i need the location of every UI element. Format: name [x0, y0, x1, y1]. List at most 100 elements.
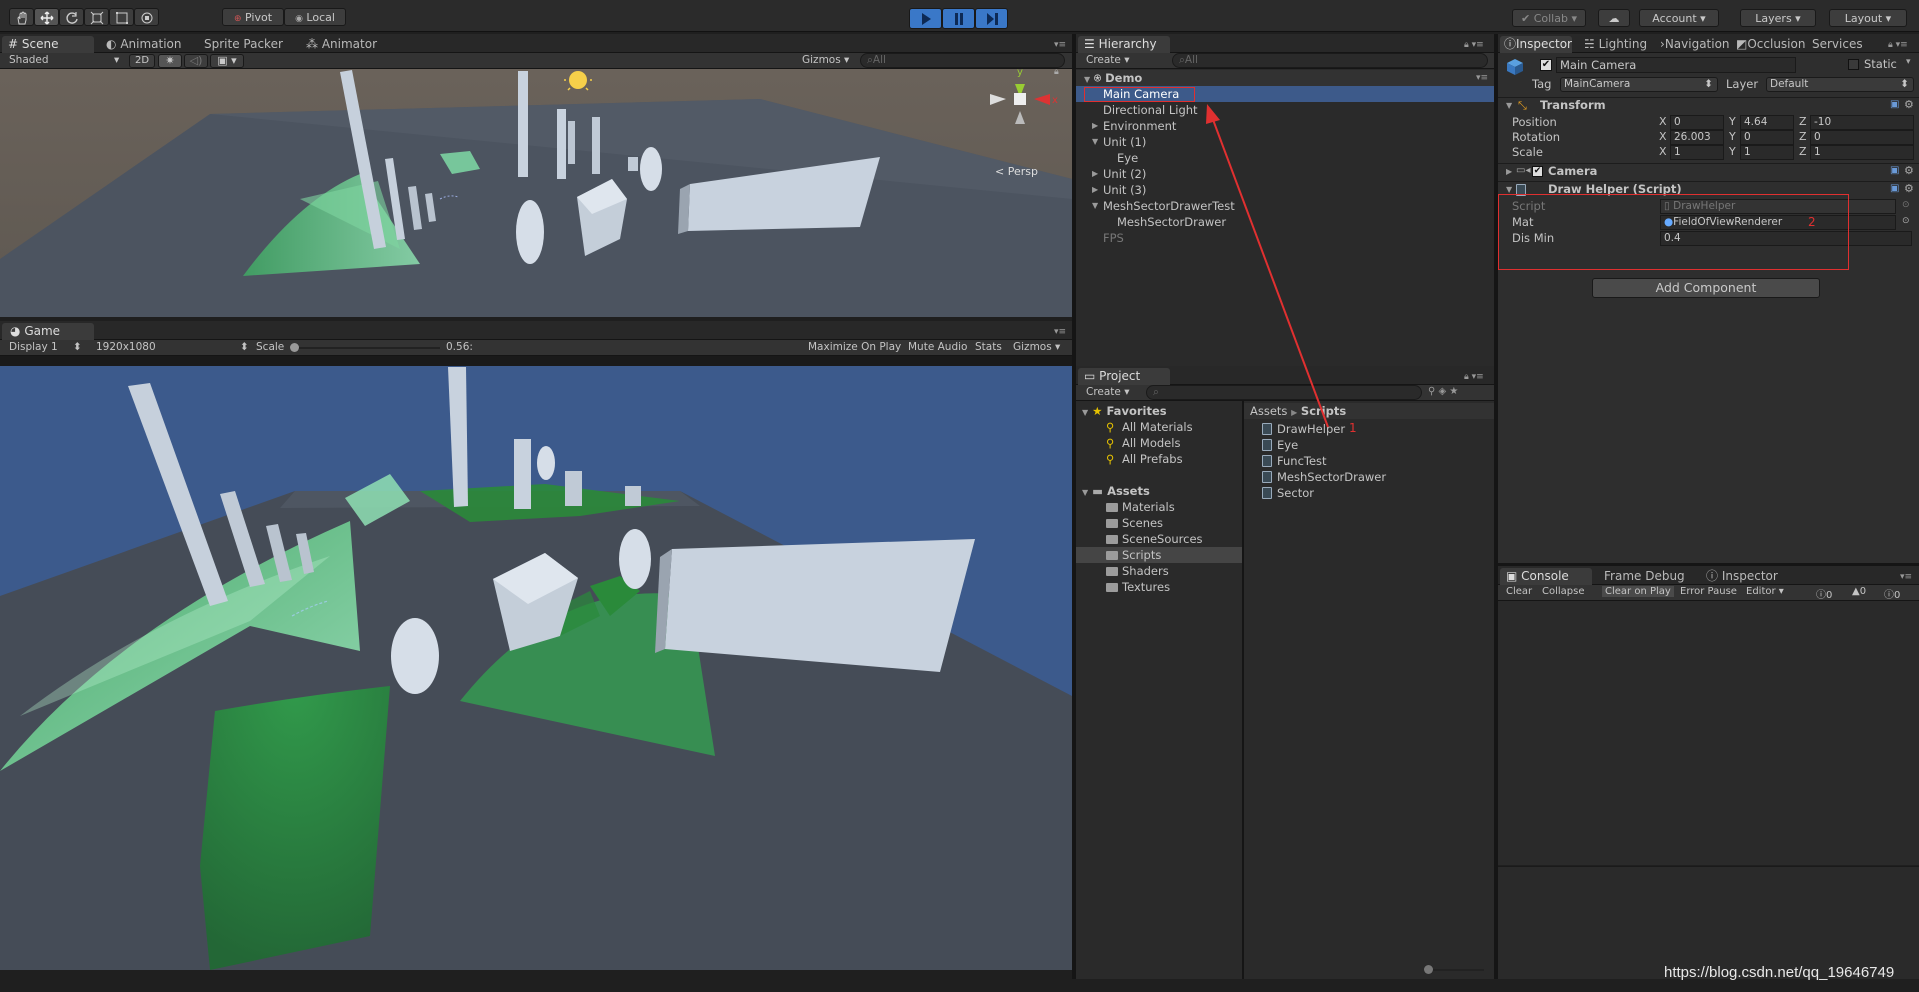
tab-lighting[interactable]: ☵ Lighting [1584, 36, 1647, 52]
position-y-field[interactable]: 4.64 [1740, 115, 1794, 130]
console-button-clear-on-play[interactable]: Clear on Play [1602, 586, 1674, 597]
hierarchy-item[interactable]: Directional Light [1076, 102, 1494, 118]
console-detail-area[interactable] [1498, 866, 1919, 979]
position-x-field[interactable]: 0 [1670, 115, 1724, 130]
breadcrumb-assets[interactable]: Assets [1250, 404, 1287, 418]
console-panel-menu-icon[interactable]: ▾≡ [1900, 572, 1912, 582]
hierarchy-create-dropdown[interactable]: Create ▾ [1086, 54, 1130, 66]
assets-header[interactable]: ▼ ▬ Assets [1076, 483, 1242, 499]
file-item[interactable]: DrawHelper [1244, 421, 1494, 437]
camera-enabled-checkbox[interactable]: ✔ [1532, 166, 1543, 177]
hierarchy-search-input[interactable]: ⌕All [1172, 53, 1488, 68]
rotation-y-field[interactable]: 0 [1740, 130, 1794, 145]
favorite-item[interactable]: ⚲ All Materials [1076, 419, 1242, 435]
gear-icon[interactable]: ⚙ [1904, 182, 1914, 195]
hierarchy-item[interactable]: ▼ MeshSectorDrawerTest [1076, 198, 1494, 214]
folder-item[interactable]: Scenes [1076, 515, 1242, 531]
camera-header[interactable]: ▶ ▭◂ ✔ Camera ▣ ⚙ [1498, 163, 1919, 179]
console-button-collapse[interactable]: Collapse [1542, 586, 1585, 597]
tab-animator[interactable]: ⁂ Animator [306, 36, 377, 52]
tag-dropdown[interactable]: MainCamera ⬍ [1560, 77, 1718, 92]
cloud-button[interactable]: ☁ [1598, 9, 1630, 27]
project-create-dropdown[interactable]: Create ▾ [1086, 386, 1130, 398]
tab-animation[interactable]: ◐ Animation [106, 36, 182, 52]
scale-z-field[interactable]: 1 [1810, 145, 1914, 160]
zoom-slider[interactable] [1424, 965, 1484, 974]
help-icon[interactable]: ▣ [1890, 165, 1899, 176]
layout-dropdown[interactable]: Layout ▾ [1829, 9, 1907, 27]
scene-menu-icon[interactable]: ▾≡ [1476, 70, 1488, 86]
axis-label-y[interactable]: Y [1729, 145, 1736, 158]
tab-occlusion[interactable]: ◩Occlusion [1736, 36, 1805, 52]
add-component-button[interactable]: Add Component [1592, 278, 1820, 298]
audio-toggle[interactable]: ◁) [184, 54, 208, 68]
inspector-panel-menu-icon[interactable]: 🔒︎ ▾≡ [1888, 40, 1908, 50]
triangle-right-icon[interactable]: ▶ [1092, 182, 1098, 198]
project-filter-icons[interactable]: ⚲ ◈ ★ [1428, 386, 1458, 397]
tab-scene[interactable]: # Scene [2, 36, 94, 53]
tab-hierarchy[interactable]: ☰ Hierarchy [1078, 36, 1170, 53]
layer-dropdown[interactable]: Default ⬍ [1766, 77, 1914, 92]
pause-button[interactable] [942, 8, 975, 29]
hand-tool-button[interactable] [9, 8, 34, 26]
scene-header[interactable]: ▼ ⍟ Demo ▾≡ [1076, 70, 1494, 86]
hierarchy-item[interactable]: ▶ Unit (3) [1076, 182, 1494, 198]
tab-game[interactable]: ◕ Game [2, 323, 94, 340]
file-item[interactable]: FuncTest [1244, 453, 1494, 469]
folder-item[interactable]: Scripts [1076, 547, 1242, 563]
zoom-slider-thumb[interactable] [1424, 965, 1433, 974]
account-dropdown[interactable]: Account ▾ [1639, 9, 1719, 27]
rect-tool-button[interactable] [109, 8, 134, 26]
mute-audio-toggle[interactable]: Mute Audio [908, 341, 967, 353]
gear-icon[interactable]: ⚙ [1904, 98, 1914, 111]
axis-label-y[interactable]: Y [1729, 115, 1736, 128]
hierarchy-panel-menu-icon[interactable]: 🔒︎ ▾≡ [1464, 40, 1484, 50]
tab-services[interactable]: Services [1812, 36, 1863, 52]
object-picker-icon[interactable]: ⊙ [1902, 200, 1910, 210]
step-button[interactable] [975, 8, 1008, 29]
axis-label-z[interactable]: Z [1799, 145, 1807, 158]
transform-tool-button[interactable] [134, 8, 159, 26]
triangle-right-icon[interactable]: ▶ [1092, 118, 1098, 134]
axis-label-z[interactable]: Z [1799, 115, 1807, 128]
game-panel-menu-icon[interactable]: ▾≡ [1054, 327, 1066, 337]
triangle-right-icon[interactable]: ▶ [1092, 166, 1098, 182]
help-icon[interactable]: ▣ [1890, 99, 1899, 110]
warning-count[interactable]: ▲0 [1852, 586, 1866, 597]
favorites-header[interactable]: ▼ ★ Favorites [1076, 403, 1242, 419]
file-item[interactable]: Eye [1244, 437, 1494, 453]
rotate-tool-button[interactable] [59, 8, 84, 26]
console-button-error-pause[interactable]: Error Pause [1680, 586, 1737, 597]
scale-y-field[interactable]: 1 [1740, 145, 1794, 160]
tab-inspector-2[interactable]: ⓘ Inspector [1706, 568, 1778, 584]
stats-toggle[interactable]: Stats [975, 341, 1002, 353]
triangle-down-icon[interactable]: ▼ [1092, 134, 1098, 150]
file-item[interactable]: MeshSectorDrawer [1244, 469, 1494, 485]
log-count[interactable]: ⓘ0 [1816, 586, 1832, 601]
game-gizmos-dropdown[interactable]: Gizmos ▾ [1013, 341, 1060, 353]
tab-project[interactable]: ▭ Project [1078, 368, 1170, 385]
tab-inspector[interactable]: ⓘInspector [1500, 36, 1572, 53]
object-name-field[interactable]: Main Camera [1556, 57, 1796, 73]
static-checkbox[interactable] [1848, 59, 1859, 70]
game-viewport[interactable] [0, 366, 1072, 970]
folder-item[interactable]: Textures [1076, 579, 1242, 595]
active-checkbox[interactable]: ✔ [1540, 59, 1552, 71]
hierarchy-item[interactable]: FPS [1076, 230, 1494, 246]
scene-search-input[interactable]: ⌕All [860, 53, 1065, 68]
rotation-x-field[interactable]: 26.003 [1670, 130, 1724, 145]
hierarchy-item[interactable]: ▼ Unit (1) [1076, 134, 1494, 150]
scene-viewport[interactable]: y x 🔒︎ < Persp [0, 69, 1072, 317]
console-log-area[interactable] [1498, 601, 1919, 865]
scale-slider[interactable] [290, 343, 440, 352]
layers-dropdown[interactable]: Layers ▾ [1740, 9, 1816, 27]
console-button-editor[interactable]: Editor ▾ [1746, 586, 1784, 597]
gear-icon[interactable]: ⚙ [1904, 164, 1914, 177]
maximize-on-play-toggle[interactable]: Maximize On Play [808, 341, 901, 353]
scale-x-field[interactable]: 1 [1670, 145, 1724, 160]
axis-label-x[interactable]: X [1659, 145, 1667, 158]
scene-gizmos-dropdown[interactable]: Gizmos ▾ [802, 54, 849, 66]
file-item[interactable]: Sector [1244, 485, 1494, 501]
axis-label-x[interactable]: X [1659, 115, 1667, 128]
tab-navigation[interactable]: ›Navigation [1660, 36, 1730, 52]
